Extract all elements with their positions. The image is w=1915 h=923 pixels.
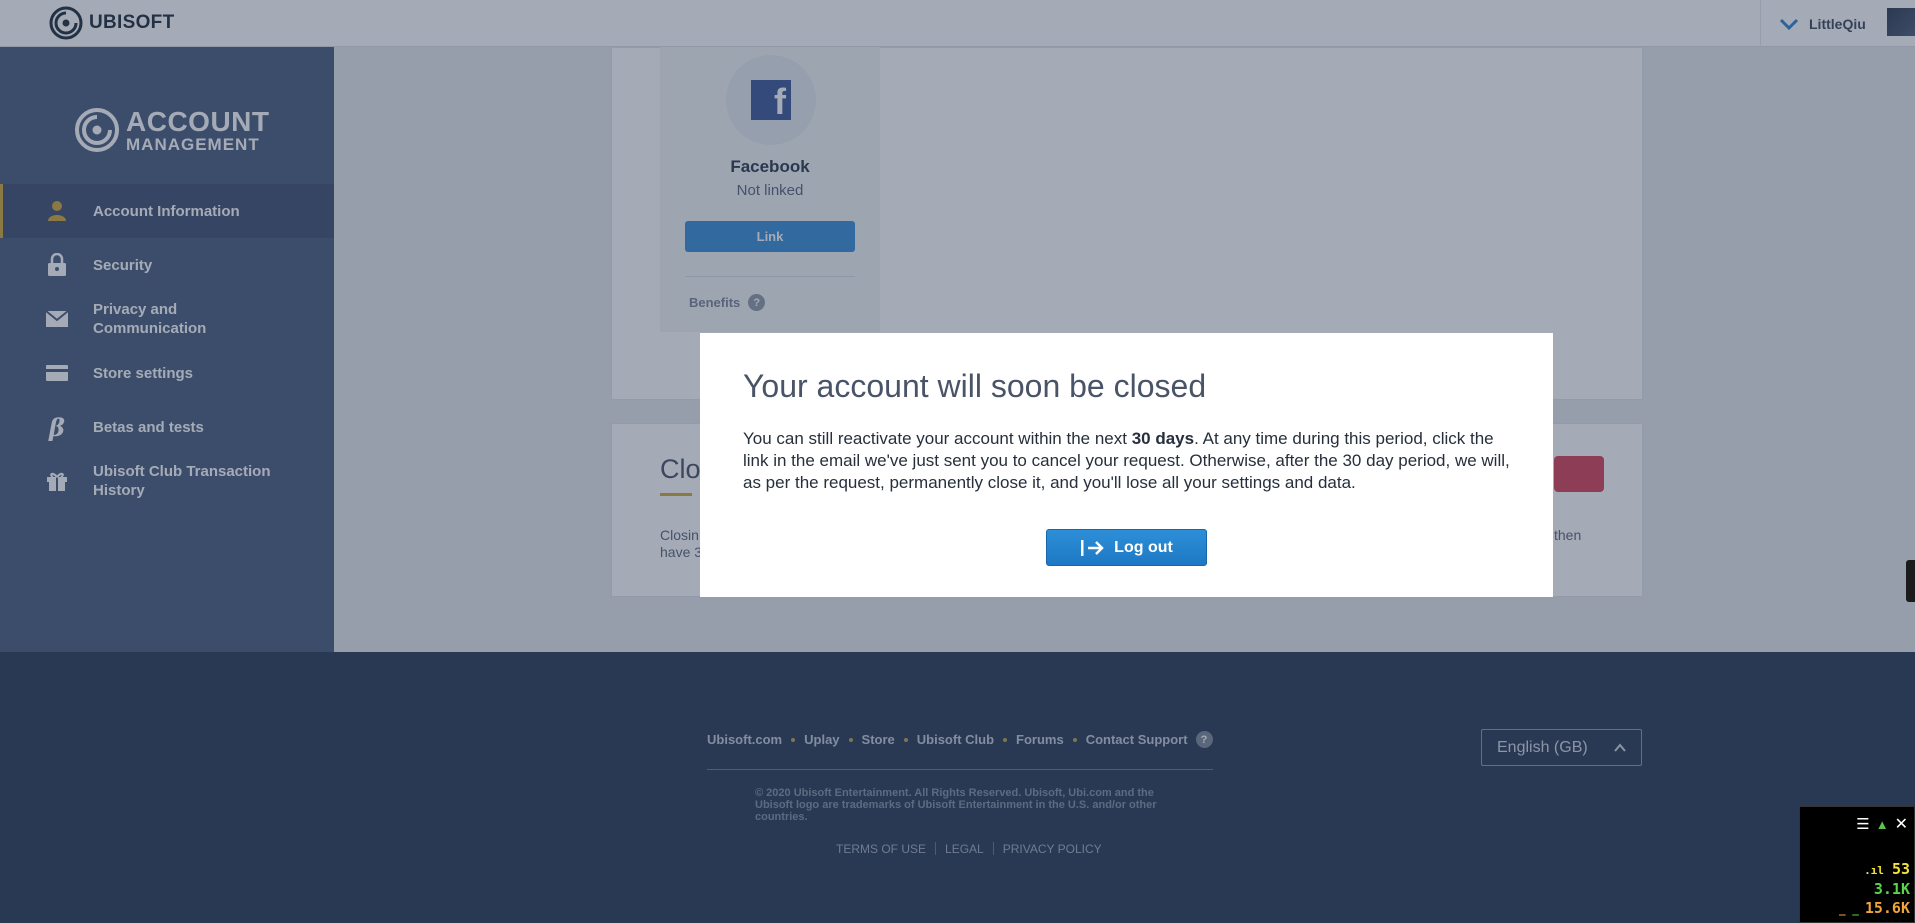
message-text-start: You can still reactivate your account wi… xyxy=(743,429,1132,448)
menu-icon[interactable]: ☰ xyxy=(1856,815,1869,833)
performance-widget: ☰ ▲ ✕ .ıl 53 3.1K _ _ 15.6K xyxy=(1799,806,1915,923)
fps-readout: .ıl 53 xyxy=(1864,860,1910,878)
dialog-title: Your account will soon be closed xyxy=(743,368,1207,404)
logout-arrow-icon xyxy=(1081,539,1104,556)
fps-value: 53 xyxy=(1891,860,1910,878)
arrow-up-icon[interactable]: ▲ xyxy=(1876,817,1889,832)
account-closing-dialog: Your account will soon be closed You can… xyxy=(700,333,1553,597)
metric-3-value: 15.6K xyxy=(1864,899,1910,917)
signal-bars-icon: .ıl xyxy=(1864,864,1884,877)
log-out-button[interactable]: Log out xyxy=(1046,529,1207,566)
widget-controls: ☰ ▲ ✕ xyxy=(1856,814,1908,834)
dialog-message: You can still reactivate your account wi… xyxy=(743,428,1523,494)
close-icon[interactable]: ✕ xyxy=(1895,814,1908,834)
message-days: 30 days xyxy=(1131,429,1195,448)
log-out-label: Log out xyxy=(1114,538,1173,556)
metric-3: _ _ 15.6K xyxy=(1839,899,1910,917)
side-panel-handle[interactable] xyxy=(1906,560,1915,602)
graph-dash-icon: _ _ xyxy=(1838,903,1859,916)
metric-2: 3.1K xyxy=(1873,880,1910,898)
